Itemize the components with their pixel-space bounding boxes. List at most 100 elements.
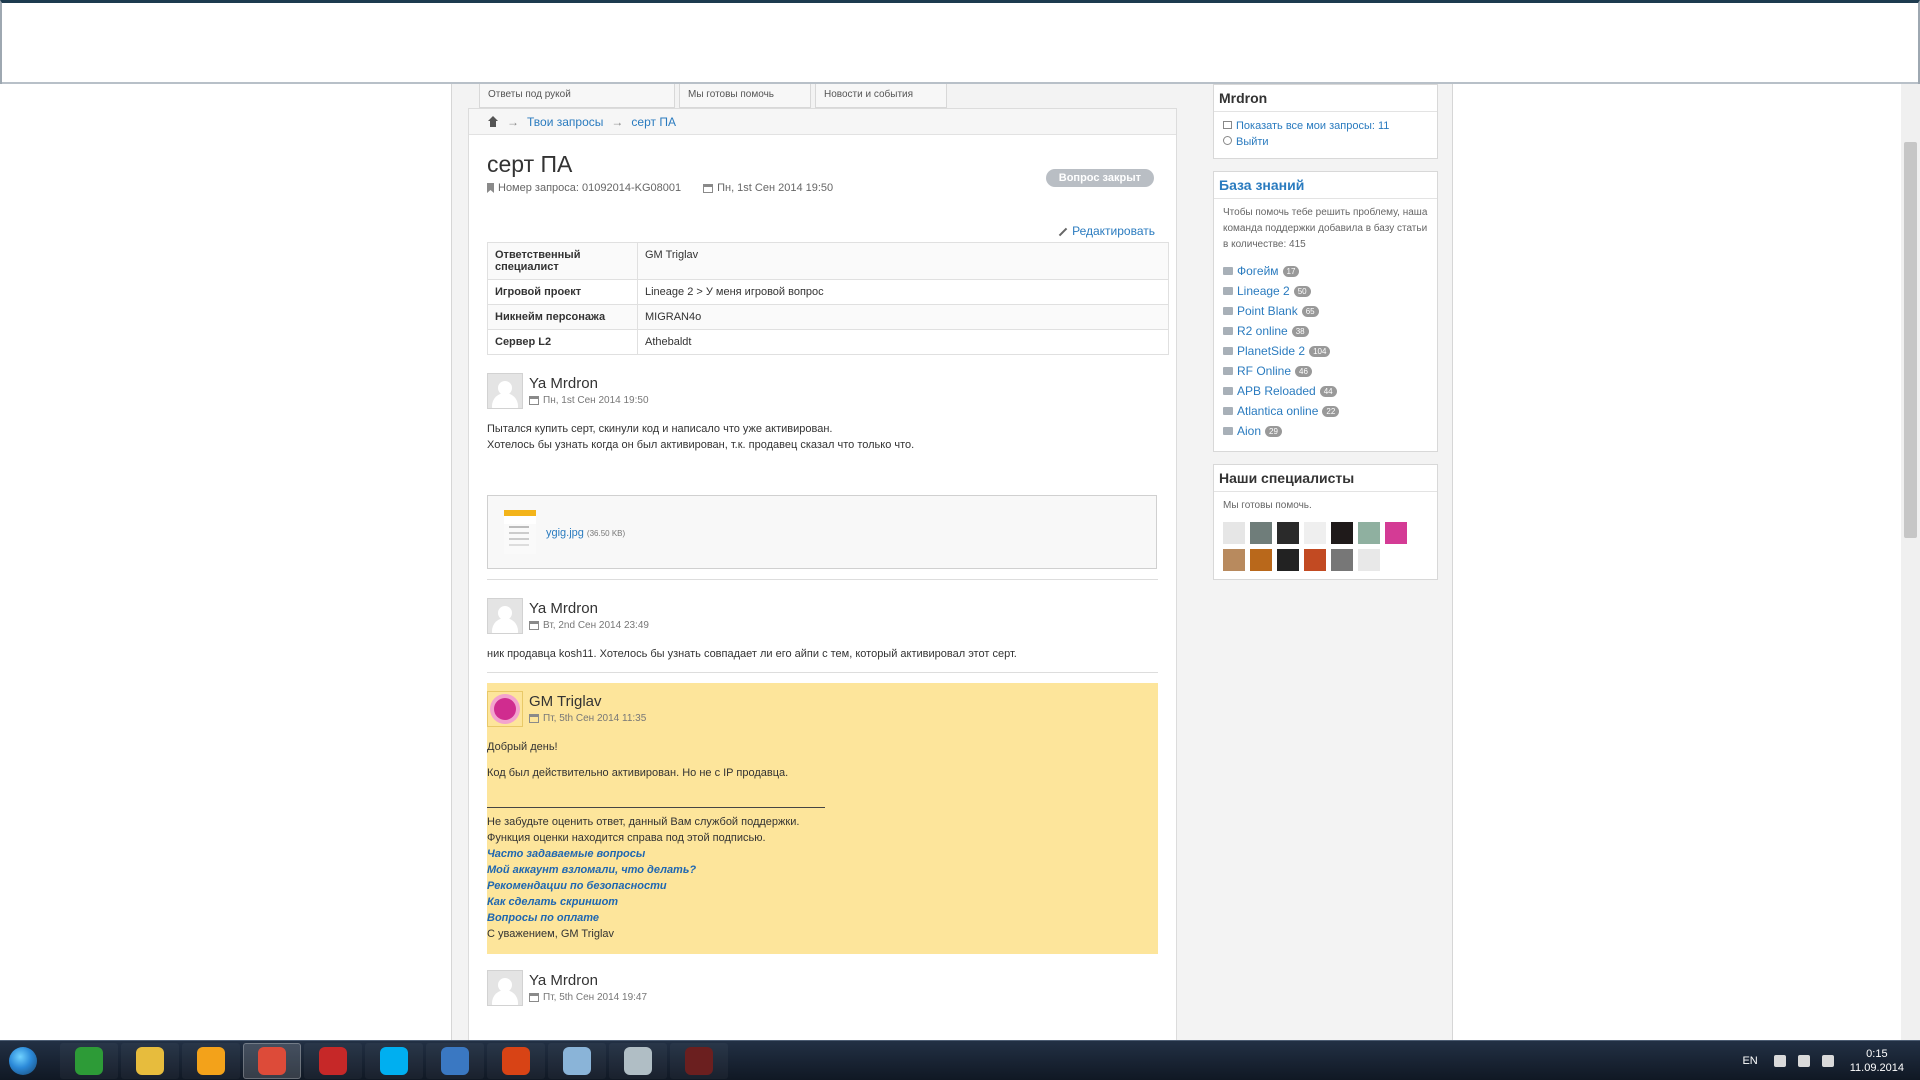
avatar [487, 598, 523, 634]
flag-icon[interactable] [1773, 1054, 1786, 1067]
specialist-avatar[interactable] [1304, 549, 1326, 571]
show-all-requests-link[interactable]: Показать все мои запросы: 11 [1236, 120, 1389, 132]
property-key: Ответственный специалист [487, 242, 638, 280]
specialist-avatar[interactable] [1250, 549, 1272, 571]
security-tips-link[interactable]: Рекомендации по безопасности [487, 878, 1158, 894]
attachment-thumbnail[interactable] [504, 510, 536, 554]
specialist-avatar[interactable] [1331, 549, 1353, 571]
kb-body: Чтобы помочь тебе решить проблему, наша … [1214, 199, 1437, 451]
post-header: Ya Mrdron Пн, 1st Сен 2014 19:50 [487, 373, 1158, 409]
tab-subtitle: Мы готовы помочь [688, 89, 774, 100]
specialist-avatar[interactable] [1223, 549, 1245, 571]
specialist-avatar[interactable] [1331, 522, 1353, 544]
taskbar-app-button[interactable] [60, 1042, 118, 1079]
knowledge-base-box: База знаний Чтобы помочь тебе решить про… [1213, 171, 1438, 452]
breadcrumb-current[interactable]: серт ПА [631, 115, 676, 129]
post-header: GM Triglav Пт, 5th Сен 2014 11:35 [487, 691, 1158, 727]
game-launcher-icon [624, 1046, 652, 1075]
taskbar-app-button[interactable] [609, 1042, 667, 1079]
taskbar-app-button[interactable] [487, 1042, 545, 1079]
utorrent-icon [75, 1046, 103, 1075]
taskbar-app-button[interactable] [670, 1042, 728, 1079]
network-icon[interactable] [1797, 1054, 1810, 1067]
staff-reply: GM Triglav Пт, 5th Сен 2014 11:35 Добрый… [487, 683, 1158, 954]
specialist-avatar[interactable] [1358, 549, 1380, 571]
list-item[interactable]: Lineage 2 50 [1223, 283, 1428, 299]
list-item[interactable]: Point Blank 65 [1223, 303, 1428, 319]
home-icon[interactable] [487, 115, 499, 128]
request-number: Номер запроса: 01092014-KG08001 [487, 182, 681, 194]
screenshot-howto-link[interactable]: Как сделать скриншот [487, 894, 1158, 910]
tab-news[interactable]: Новости и события [815, 84, 947, 108]
specialist-avatar[interactable] [1277, 549, 1299, 571]
taskbar-app-button[interactable] [365, 1042, 423, 1079]
list-item[interactable]: PlanetSide 2 104 [1223, 343, 1428, 359]
specialist-avatar[interactable] [1223, 522, 1245, 544]
scrollbar[interactable] [1901, 84, 1920, 1040]
list-item[interactable]: APB Reloaded 44 [1223, 383, 1428, 399]
greeting: Добрый день! [487, 741, 558, 753]
account-hacked-link[interactable]: Мой аккаунт взломали, что делать? [487, 862, 1158, 878]
list-item[interactable]: R2 online 38 [1223, 323, 1428, 339]
kb-description: Чтобы помочь тебе решить проблему, наша … [1223, 207, 1428, 250]
calendar-icon [529, 396, 539, 405]
taskbar-app-button[interactable] [548, 1042, 606, 1079]
post-date: Пн, 1st Сен 2014 19:50 [529, 395, 649, 406]
clock[interactable]: 0:15 11.09.2014 [1850, 1047, 1904, 1075]
kb-title[interactable]: База знаний [1214, 172, 1437, 199]
signature-links: Часто задаваемые вопросы Мой аккаунт взл… [487, 846, 1158, 926]
post-line: Хотелось бы узнать когда он был активиро… [487, 439, 915, 451]
created-date: Пн, 1st Сен 2014 19:50 [703, 182, 833, 194]
taskbar-app-button[interactable] [182, 1042, 240, 1079]
list-item[interactable]: Atlantica online 22 [1223, 403, 1428, 419]
tool-icon [441, 1046, 469, 1075]
tab-knowledge-base[interactable]: Ответы под рукой [479, 84, 675, 108]
list-item[interactable]: Фогейм 17 [1223, 263, 1428, 279]
answer-text: Код был действительно активирован. Но не… [487, 767, 789, 779]
folder-icon [1223, 407, 1233, 415]
post-body: Пытался купить серт, скинули код и напис… [487, 421, 1158, 453]
taskbar-app-button[interactable] [243, 1042, 301, 1079]
browser-toolbar [0, 0, 1920, 84]
attachment-link[interactable]: ygig.jpg [546, 527, 584, 539]
breadcrumb-my-requests[interactable]: Твои запросы [527, 115, 603, 129]
specialist-avatar[interactable] [1277, 522, 1299, 544]
skype-icon [380, 1046, 408, 1075]
scrollbar-thumb[interactable] [1904, 142, 1917, 538]
tab-ask-question[interactable]: Мы готовы помочь [679, 84, 811, 108]
taskbar-app-button[interactable] [426, 1042, 484, 1079]
table-row: Сервер L2 Athebaldt [487, 329, 1169, 355]
faq-link[interactable]: Часто задаваемые вопросы [487, 846, 1158, 862]
property-value: GM Triglav [637, 242, 1169, 280]
calendar-icon [703, 183, 714, 193]
specialist-avatar[interactable] [1250, 522, 1272, 544]
specialist-avatar[interactable] [1358, 522, 1380, 544]
table-row: Игровой проект Lineage 2 > У меня игрово… [487, 279, 1169, 305]
signature-line: Не забудьте оценить ответ, данный Вам сл… [487, 816, 800, 828]
list-item[interactable]: Aion 29 [1223, 423, 1428, 439]
post-header: Ya Mrdron Вт, 2nd Сен 2014 23:49 [487, 598, 1158, 634]
language-indicator[interactable]: EN [1742, 1055, 1757, 1067]
post: Ya Mrdron Пт, 5th Сен 2014 19:47 [487, 970, 1158, 1006]
start-button[interactable] [0, 1042, 46, 1080]
volume-icon[interactable] [1821, 1054, 1834, 1067]
count-badge: 46 [1295, 365, 1312, 377]
avatar [487, 373, 523, 409]
breadcrumb-separator: → [611, 114, 624, 129]
list-item[interactable]: RF Online 46 [1223, 363, 1428, 379]
logout-link[interactable]: Выйти [1236, 136, 1269, 148]
tab-subtitle: Новости и события [824, 89, 914, 100]
aida64-icon [319, 1046, 347, 1075]
post-body: Добрый день! Код был действительно актив… [487, 739, 1158, 942]
property-key: Сервер L2 [487, 329, 638, 355]
taskbar-app-button[interactable] [304, 1042, 362, 1079]
windows-icon [9, 1046, 37, 1075]
payment-questions-link[interactable]: Вопросы по оплате [487, 910, 1158, 926]
specialist-avatar[interactable] [1304, 522, 1326, 544]
taskbar-app-button[interactable] [121, 1042, 179, 1079]
post-author: Ya Mrdron [529, 600, 598, 617]
post-author: Ya Mrdron [529, 972, 598, 989]
edit-button[interactable]: Редактировать [1072, 224, 1155, 238]
folder-icon [1223, 427, 1233, 435]
specialist-avatar[interactable] [1385, 522, 1407, 544]
